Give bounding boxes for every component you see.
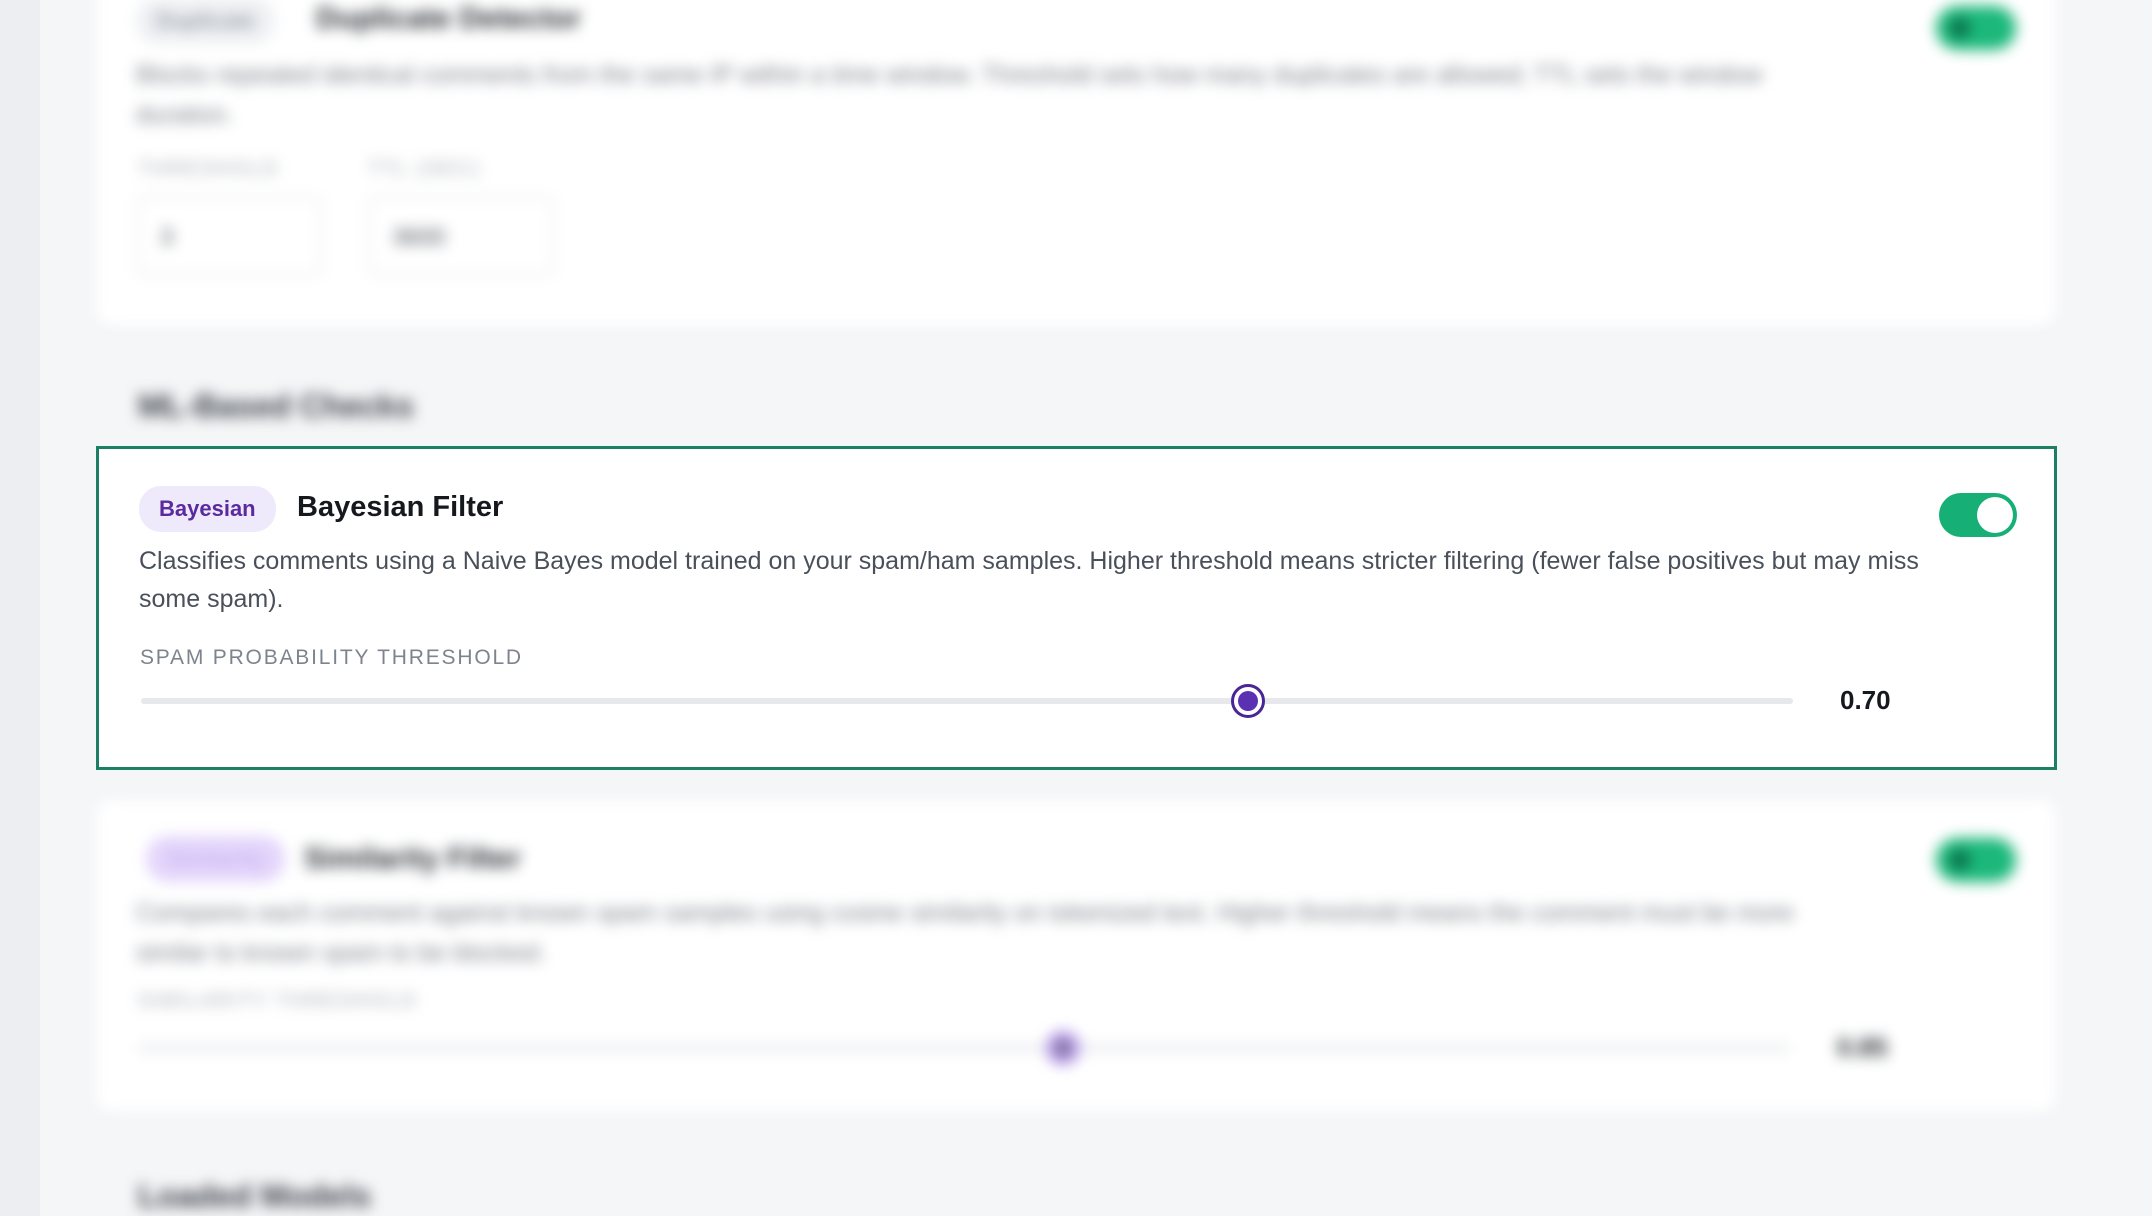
left-rail (0, 0, 40, 1216)
similarity-description: Compares each comment against known spam… (136, 899, 1794, 967)
ttl-label: TTL (SEC) (368, 158, 481, 180)
duplicate-detector-card: Duplicate Duplicate Detector Blocks repe… (96, 0, 2056, 326)
bayesian-title: Bayesian Filter (297, 491, 504, 523)
spam-threshold-slider-thumb[interactable] (1230, 684, 1265, 718)
similarity-title: Similarity Filter (304, 842, 521, 875)
spam-threshold-slider-track[interactable] (141, 698, 1793, 704)
similarity-threshold-label: SIMILARITY THRESHOLD (138, 990, 418, 1012)
bayesian-enable-toggle[interactable] (1939, 493, 2017, 537)
toggle-knob (1977, 497, 2013, 533)
similarity-filter-card: Similarity Similarity Filter Compares ea… (96, 800, 2056, 1112)
similarity-badge: Similarity (146, 836, 286, 882)
spam-threshold-value: 0.70 (1840, 685, 1891, 715)
spam-threshold-label: SPAM PROBABILITY THRESHOLD (140, 646, 523, 669)
duplicate-badge: Duplicate (136, 0, 276, 44)
similarity-slider-track[interactable] (138, 1045, 1790, 1051)
duplicate-description: Blocks repeated identical comments from … (136, 61, 1763, 129)
ttl-input[interactable]: 3600 (368, 196, 554, 276)
similarity-threshold-value: 0.85 (1837, 1032, 1888, 1062)
threshold-label: THRESHOLD (138, 158, 280, 180)
bayesian-description: Classifies comments using a Naive Bayes … (139, 547, 1919, 613)
models-section-heading: Loaded Models (138, 1178, 371, 1214)
similarity-slider-thumb[interactable] (1046, 1031, 1081, 1065)
duplicate-toggle[interactable] (1936, 6, 2016, 50)
similarity-toggle[interactable] (1936, 838, 2016, 882)
bayesian-filter-card: Bayesian Bayesian Filter Classifies comm… (96, 446, 2057, 770)
ml-section-heading: ML-Based Checks (138, 388, 414, 424)
bayesian-badge: Bayesian (139, 486, 276, 532)
threshold-input[interactable]: 3 (136, 196, 322, 276)
duplicate-title: Duplicate Detector (316, 2, 582, 35)
